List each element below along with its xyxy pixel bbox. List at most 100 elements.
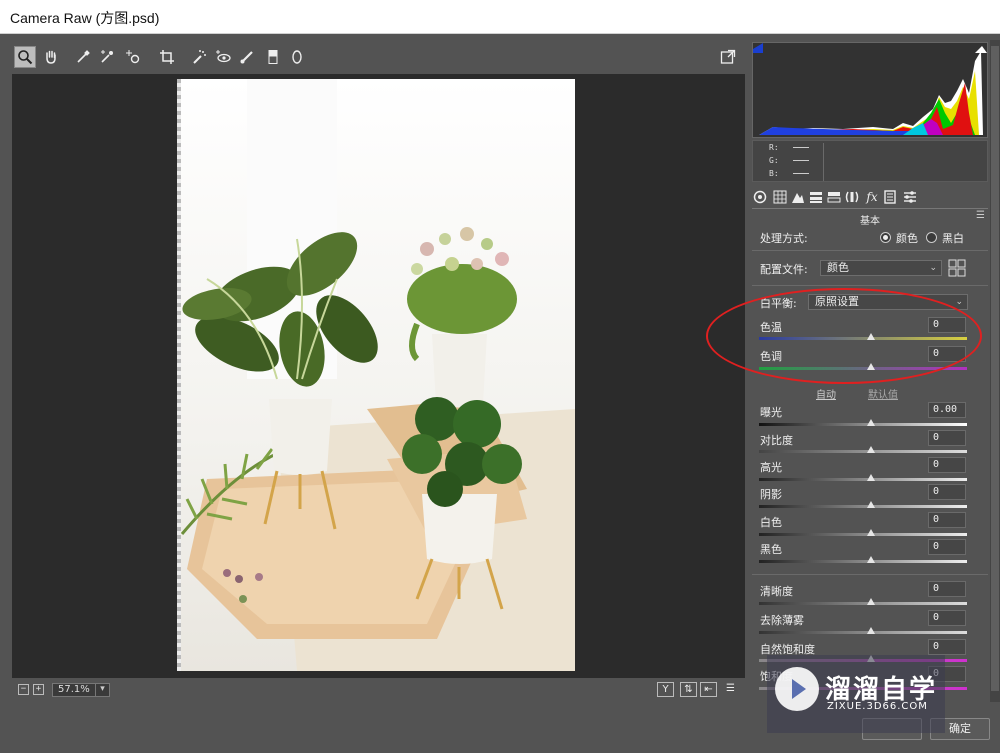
panel-scrollbar[interactable] — [990, 40, 1000, 702]
chevron-down-icon: ⌄ — [955, 297, 963, 307]
panel-header: 基本 ☰ — [752, 208, 988, 227]
tint-slider-thumb[interactable] — [867, 363, 875, 370]
treatment-label: 处理方式: — [760, 232, 808, 245]
blacks-slider-thumb[interactable] — [867, 556, 875, 563]
exposure-label: 曝光 — [760, 406, 782, 419]
tint-label: 色调 — [760, 350, 782, 363]
color-sampler-icon[interactable] — [96, 46, 118, 68]
camera-raw-window: Camera Raw (方图.psd) − + 57.1% ▾ Y ⇅ ⇤ ☰ … — [0, 0, 1000, 753]
presets-tab-icon[interactable] — [902, 189, 918, 205]
shadows-slider[interactable] — [759, 501, 967, 508]
shadows-value[interactable]: 0 — [928, 484, 966, 500]
image-canvas[interactable] — [12, 74, 745, 678]
watermark-logo-icon — [775, 667, 819, 711]
zoom-dropdown-icon[interactable]: ▾ — [95, 683, 109, 697]
temp-slider[interactable] — [759, 333, 967, 340]
red-eye-icon[interactable] — [212, 46, 234, 68]
radial-filter-icon[interactable] — [286, 46, 308, 68]
watermark: 溜溜自学 ZIXUE.3D66.COM — [767, 655, 945, 733]
profile-select[interactable]: 颜色 ⌄ — [820, 260, 942, 276]
clarity-label: 清晰度 — [760, 585, 793, 598]
treatment-color-radio[interactable] — [880, 232, 891, 243]
exposure-slider-thumb[interactable] — [867, 419, 875, 426]
window-title: Camera Raw (方图.psd) — [10, 10, 160, 26]
highlights-slider[interactable] — [759, 474, 967, 481]
hand-icon[interactable] — [40, 46, 62, 68]
contrast-slider[interactable] — [759, 446, 967, 453]
view-settings-icon[interactable]: ☰ — [722, 682, 739, 697]
adjustment-brush-icon[interactable] — [236, 46, 258, 68]
temp-value[interactable]: 0 — [928, 317, 966, 333]
treatment-bw-radio[interactable] — [926, 232, 937, 243]
contrast-value[interactable]: 0 — [928, 430, 966, 446]
title-bar: Camera Raw (方图.psd) — [0, 0, 1000, 34]
before-after-y-button[interactable]: Y — [657, 682, 674, 697]
default-button[interactable]: 默认值 — [868, 386, 898, 401]
status-bar: − + 57.1% ▾ Y ⇅ ⇤ ☰ — [12, 680, 745, 700]
exposure-slider[interactable] — [759, 419, 967, 426]
histogram — [752, 42, 988, 138]
scrollbar-thumb[interactable] — [991, 46, 999, 691]
panel-menu-icon[interactable]: ☰ — [976, 210, 985, 221]
zoom-in-button[interactable]: + — [33, 684, 44, 695]
zoom-out-button[interactable]: − — [18, 684, 29, 695]
shadows-label: 阴影 — [760, 488, 782, 501]
blacks-value[interactable]: 0 — [928, 539, 966, 555]
contrast-label: 对比度 — [760, 434, 793, 447]
vibrance-value[interactable]: 0 — [928, 639, 966, 655]
copy-settings-icon[interactable]: ⇤ — [700, 682, 717, 697]
fullscreen-icon[interactable] — [717, 46, 739, 68]
basic-tab-icon[interactable] — [752, 189, 768, 205]
whites-label: 白色 — [760, 516, 782, 529]
shadow-clipping-icon[interactable] — [753, 43, 763, 53]
calibration-tab-icon[interactable] — [882, 189, 898, 205]
blacks-slider[interactable] — [759, 556, 967, 563]
graduated-filter-icon[interactable] — [262, 46, 284, 68]
whites-value[interactable]: 0 — [928, 512, 966, 528]
zoom-tool-icon[interactable] — [14, 46, 36, 68]
plant-photo-image — [177, 79, 575, 671]
effects-tab-icon[interactable]: fx — [864, 189, 880, 205]
split-toning-tab-icon[interactable] — [826, 189, 842, 205]
dehaze-slider-thumb[interactable] — [867, 627, 875, 634]
dehaze-slider[interactable] — [759, 627, 967, 634]
shadows-slider-thumb[interactable] — [867, 501, 875, 508]
temp-label: 色温 — [760, 321, 782, 334]
crop-icon[interactable] — [156, 46, 178, 68]
photo-edge-indicator — [177, 79, 181, 671]
blacks-label: 黑色 — [760, 543, 782, 556]
whites-slider[interactable] — [759, 529, 967, 536]
temp-slider-thumb[interactable] — [867, 333, 875, 340]
adjustments-panel: R: G: B: fx 基本 ☰ 处理方式: 颜色 黑白 配置文件: 颜色 ⌄ … — [750, 40, 990, 702]
rgb-readout: R: G: B: — [752, 140, 988, 182]
clarity-slider[interactable] — [759, 598, 967, 605]
panel-tabs: fx — [752, 188, 988, 208]
highlights-label: 高光 — [760, 461, 782, 474]
wb-select[interactable]: 原照设置 ⌄ — [808, 294, 968, 310]
target-adjust-icon[interactable] — [122, 46, 144, 68]
tint-slider[interactable] — [759, 363, 967, 370]
highlights-slider-thumb[interactable] — [867, 474, 875, 481]
wb-label: 白平衡: — [760, 297, 797, 310]
clarity-value[interactable]: 0 — [928, 581, 966, 597]
tone-curve-tab-icon[interactable] — [772, 189, 788, 205]
detail-tab-icon[interactable] — [790, 189, 806, 205]
tint-value[interactable]: 0 — [928, 346, 966, 362]
profile-browser-icon[interactable] — [948, 259, 966, 277]
swap-before-after-icon[interactable]: ⇅ — [680, 682, 697, 697]
b-label: B: — [769, 169, 779, 178]
lens-tab-icon[interactable] — [844, 189, 860, 205]
hsl-tab-icon[interactable] — [808, 189, 824, 205]
contrast-slider-thumb[interactable] — [867, 446, 875, 453]
whites-slider-thumb[interactable] — [867, 529, 875, 536]
highlights-value[interactable]: 0 — [928, 457, 966, 473]
auto-button[interactable]: 自动 — [816, 386, 836, 401]
spot-removal-icon[interactable] — [188, 46, 210, 68]
treatment-bw-label: 黑白 — [942, 232, 964, 245]
dehaze-value[interactable]: 0 — [928, 610, 966, 626]
white-balance-icon[interactable] — [72, 46, 94, 68]
profile-label: 配置文件: — [760, 263, 808, 276]
exposure-value[interactable]: 0.00 — [928, 402, 966, 418]
clarity-slider-thumb[interactable] — [867, 598, 875, 605]
chevron-down-icon: ⌄ — [929, 263, 937, 273]
